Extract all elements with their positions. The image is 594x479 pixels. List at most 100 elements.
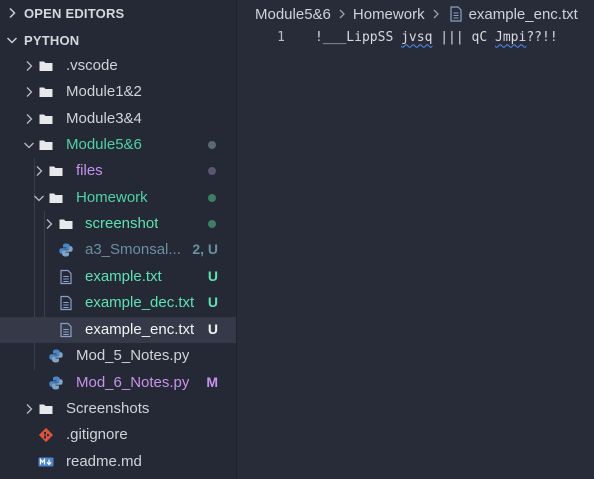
python-icon bbox=[59, 243, 73, 257]
tree-item-module1-2[interactable]: Module1&2 bbox=[0, 79, 236, 105]
tree-item-module5-6[interactable]: Module5&6 bbox=[0, 132, 236, 158]
tree-item-module3-4[interactable]: Module3&4 bbox=[0, 106, 236, 132]
folder-icon bbox=[39, 87, 53, 97]
folder-icon bbox=[58, 216, 74, 232]
chevron-right-icon[interactable] bbox=[22, 402, 36, 416]
chevron-right-glyph bbox=[26, 87, 33, 97]
python-icon bbox=[58, 242, 74, 258]
breadcrumb-homework[interactable]: Homework bbox=[353, 6, 425, 23]
code-segment: ??!! bbox=[526, 29, 558, 45]
python-icon bbox=[49, 376, 63, 390]
chevron-down-icon[interactable] bbox=[32, 191, 46, 205]
python-icon bbox=[48, 375, 64, 391]
git-icon bbox=[38, 427, 54, 443]
tree-item-example-txt[interactable]: example.txt U bbox=[0, 264, 236, 290]
folder-icon bbox=[39, 140, 53, 150]
modified-dot-icon bbox=[208, 141, 216, 149]
open-editors-header[interactable]: OPEN EDITORS bbox=[0, 0, 236, 26]
chevron-right-glyph bbox=[36, 166, 43, 176]
chevron-right-icon bbox=[433, 9, 439, 19]
text-file-icon bbox=[60, 269, 72, 285]
git-status-badge: 2, U bbox=[192, 241, 218, 257]
tree-item-readme-md[interactable]: readme.md bbox=[0, 449, 236, 475]
tree-item-label: Module5&6 bbox=[66, 136, 142, 153]
tree-item-mod-5-notes-py[interactable]: Mod_5_Notes.py bbox=[0, 343, 236, 369]
code-text[interactable]: !___LippSS jvsq ||| qC Jmpi??!! bbox=[315, 30, 558, 45]
tree-item-mod-6-notes-py[interactable]: Mod_6_Notes.py M bbox=[0, 370, 236, 396]
text-file-icon bbox=[60, 322, 72, 338]
folder-icon bbox=[39, 404, 53, 414]
text-file-icon bbox=[60, 295, 72, 311]
tree-item-example-dec-txt[interactable]: example_dec.txt U bbox=[0, 290, 236, 316]
tree-item-label: example_enc.txt bbox=[85, 321, 195, 338]
chevron-down-glyph bbox=[24, 142, 34, 149]
chevron-down-glyph bbox=[34, 195, 44, 202]
tree-item-a3-smonsal[interactable]: a3_Smonsal... 2, U bbox=[0, 237, 236, 263]
tree-item-label: Homework bbox=[76, 189, 148, 206]
git-status-badge: M bbox=[206, 374, 218, 390]
explorer-sidebar: OPEN EDITORS PYTHON .vscode Module1&2 Modu… bbox=[0, 0, 237, 479]
git-status-badge: U bbox=[207, 321, 218, 337]
text-file-icon bbox=[449, 6, 462, 22]
tree-item-label: files bbox=[76, 162, 103, 179]
python-folder-header[interactable]: PYTHON bbox=[0, 27, 236, 53]
breadcrumb-module[interactable]: Module5&6 bbox=[255, 6, 331, 23]
modified-dot-icon bbox=[208, 167, 216, 175]
folder-icon bbox=[59, 219, 73, 229]
tree-item-label: Mod_6_Notes.py bbox=[76, 374, 190, 391]
folder-icon bbox=[48, 163, 64, 179]
chevron-down-icon[interactable] bbox=[22, 138, 36, 152]
tree-item-vscode[interactable]: .vscode bbox=[0, 53, 236, 79]
chevron-right-icon[interactable] bbox=[22, 85, 36, 99]
line-number: 1 bbox=[277, 29, 285, 45]
text-icon bbox=[58, 269, 74, 285]
breadcrumb-file[interactable]: example_enc.txt bbox=[469, 6, 578, 23]
folder-icon bbox=[38, 401, 54, 417]
chevron-right-glyph bbox=[26, 61, 33, 71]
code-line[interactable]: 1 !___LippSS jvsq ||| qC Jmpi??!! bbox=[237, 27, 558, 47]
chevron-right-icon[interactable] bbox=[42, 217, 56, 231]
tree-item-label: .vscode bbox=[66, 57, 118, 74]
git-status-badge: U bbox=[207, 268, 218, 284]
tree-item-label: screenshot bbox=[85, 215, 159, 232]
chevron-right-icon[interactable] bbox=[22, 59, 36, 73]
chevron-right-icon[interactable] bbox=[32, 164, 46, 178]
chevron-right-icon[interactable] bbox=[22, 112, 36, 126]
tree-item-label: Module3&4 bbox=[66, 110, 142, 127]
chevron-down-icon bbox=[6, 37, 18, 44]
python-icon bbox=[48, 348, 64, 364]
code-segment: ||| qC bbox=[432, 29, 496, 45]
tree-item-label: example_dec.txt bbox=[85, 294, 195, 311]
chevron-right-icon bbox=[9, 7, 16, 19]
folder-icon bbox=[38, 84, 54, 100]
tree-item-screenshot[interactable]: screenshot bbox=[0, 211, 236, 237]
tree-item-gitignore[interactable]: .gitignore bbox=[0, 422, 236, 448]
tree-item-screenshots[interactable]: Screenshots bbox=[0, 396, 236, 422]
git-status-badge: U bbox=[207, 294, 218, 310]
tree-item-label: .gitignore bbox=[66, 426, 128, 443]
python-icon bbox=[49, 349, 63, 363]
folder-icon bbox=[49, 166, 63, 176]
tree-item-homework[interactable]: Homework bbox=[0, 185, 236, 211]
tree-item-label: example.txt bbox=[85, 268, 162, 285]
chevron-right-glyph bbox=[26, 404, 33, 414]
breadcrumb: Module5&6 Homework example_enc.txt bbox=[255, 4, 578, 24]
markdown-icon bbox=[38, 454, 54, 470]
modified-dot-icon bbox=[208, 194, 216, 202]
tree-item-example-enc-txt[interactable]: example_enc.txt U bbox=[0, 317, 236, 343]
tree-item-label: Mod_5_Notes.py bbox=[76, 347, 190, 364]
git-icon bbox=[38, 427, 54, 443]
spelling-squiggle-word: Jmpi bbox=[495, 29, 527, 45]
tree-item-label: Module1&2 bbox=[66, 83, 142, 100]
chevron-right-glyph bbox=[46, 219, 53, 229]
tree-item-label: readme.md bbox=[66, 453, 142, 470]
chevron-right-icon bbox=[339, 9, 345, 19]
folder-icon bbox=[38, 58, 54, 74]
code-segment: !___LippSS bbox=[315, 29, 402, 45]
tree-item-files[interactable]: files bbox=[0, 158, 236, 184]
